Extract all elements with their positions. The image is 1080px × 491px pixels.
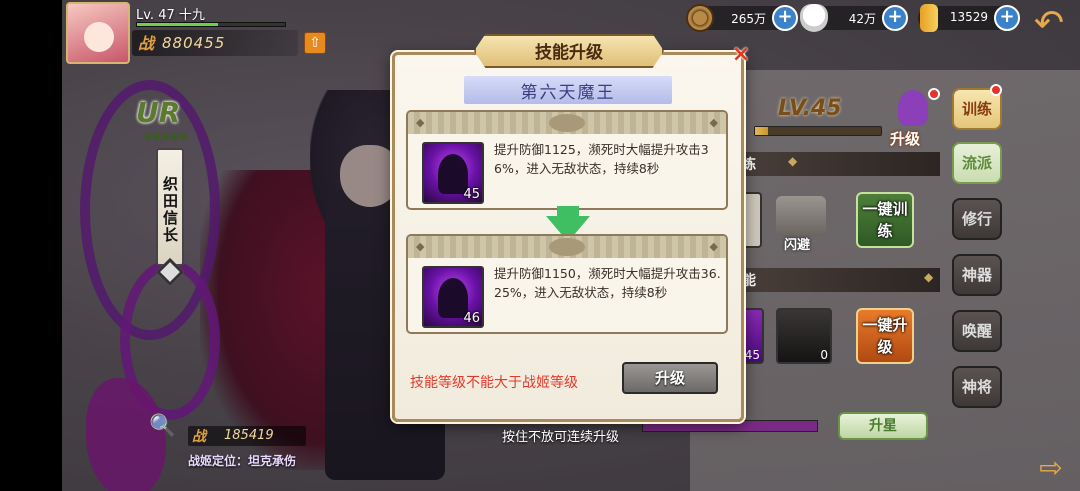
skill-name: 第六天魔王 xyxy=(520,83,616,103)
tab-awaken[interactable]: 唤醒 xyxy=(952,310,1002,352)
next-arrow-icon[interactable]: ⇨ xyxy=(1034,452,1068,484)
tab-practice[interactable]: 修行 xyxy=(952,198,1002,240)
skill-slot-b[interactable]: 0 xyxy=(776,308,832,364)
upgrade-button[interactable]: 升级 xyxy=(886,88,940,150)
player-power-value: 880455 xyxy=(162,34,226,52)
rarity-badge: UR ●●●●● xyxy=(136,96,202,142)
rice-ball-icon xyxy=(800,4,828,32)
upgrade-star-button[interactable]: 升星 xyxy=(838,412,928,440)
current-skill-level: 45 xyxy=(463,187,480,202)
upgrade-figure-icon xyxy=(898,90,928,126)
next-skill-card: ◆ ◆ 46 提升防御1150，濒死时大幅提升攻击36.25%，进入无敌状态，持… xyxy=(406,234,728,334)
current-skill-description: 提升防御1125，濒死时大幅提升攻击36%，进入无敌状态，持续8秒 xyxy=(494,142,709,176)
resource-rice: 42万 + xyxy=(800,4,908,32)
train-notification-dot xyxy=(990,84,1002,96)
screen-left-edge xyxy=(0,0,62,491)
coin-icon xyxy=(686,4,714,32)
diamond-icon: ◆ xyxy=(709,240,718,253)
diamond-icon: ◆ xyxy=(709,116,718,129)
close-icon[interactable]: × xyxy=(730,44,752,66)
power-up-arrow-icon[interactable]: ⇧ xyxy=(304,32,326,54)
dodge-label: 闪避 xyxy=(784,238,811,253)
next-skill-icon: 46 xyxy=(422,266,484,328)
upgrade-label: 升级 xyxy=(890,130,921,148)
player-avatar[interactable] xyxy=(66,2,130,64)
coin-value: 265万 xyxy=(731,12,766,26)
back-arrow-icon[interactable]: ↶ xyxy=(1024,4,1074,44)
dialog-title: 技能升级 xyxy=(535,43,603,63)
notification-dot xyxy=(928,88,940,100)
hero-power-value: 185419 xyxy=(224,428,274,443)
current-skill-card: ◆ ◆ 45 提升防御1125，濒死时大幅提升攻击36%，进入无敌状态，持续8秒 xyxy=(406,110,728,210)
resource-gold: 13529 + xyxy=(918,4,1020,32)
section-train-title: 练 xyxy=(742,157,756,173)
add-gold-button[interactable]: + xyxy=(994,5,1020,31)
next-skill-description: 提升防御1150，濒死时大幅提升攻击36.25%，进入无敌状态，持续8秒 xyxy=(494,266,721,300)
rarity-beads: ●●●●● xyxy=(144,132,189,142)
level-warning: 技能等级不能大于战姬等级 xyxy=(410,375,578,391)
gold-value: 13529 xyxy=(949,10,988,24)
skill-slot-b-level: 0 xyxy=(820,348,828,362)
hero-name: 织田信长 xyxy=(156,148,184,266)
current-skill-icon: 45 xyxy=(422,142,484,204)
add-coin-button[interactable]: + xyxy=(772,5,798,31)
card-header: ◆ ◆ xyxy=(408,112,726,134)
section-skill-title: 能 xyxy=(742,273,756,289)
hero-role: 战姬定位：坦克承伤 xyxy=(188,454,297,468)
upgrade-skill-button[interactable]: 升级 xyxy=(622,362,718,394)
next-skill-level: 46 xyxy=(463,311,480,326)
rarity-label: UR xyxy=(136,96,181,129)
train-section-header: 练 ◆ xyxy=(736,152,940,176)
skill-section-header: 能 ◆ xyxy=(736,268,940,292)
hold-hint: 按住不放可连续升级 xyxy=(502,430,620,445)
tab-school[interactable]: 流派 xyxy=(952,142,1002,184)
diamond-icon: ◆ xyxy=(416,240,425,253)
gold-bar-icon xyxy=(920,4,938,32)
rice-value: 42万 xyxy=(848,12,876,26)
zoom-search-icon[interactable]: 🔍 xyxy=(146,410,180,444)
power-icon: 战 xyxy=(138,34,155,53)
hero-power-box: 战 185419 xyxy=(188,426,306,446)
diamond-icon: ◆ xyxy=(416,116,425,129)
tab-artifact[interactable]: 神器 xyxy=(952,254,1002,296)
skill-slot-a-level: 45 xyxy=(744,348,760,362)
hero-level-bar xyxy=(754,126,882,136)
tab-general[interactable]: 神将 xyxy=(952,366,1002,408)
player-info-panel[interactable]: Lv. 47 十九 战 880455 ⇧ xyxy=(62,0,332,66)
card-header: ◆ ◆ xyxy=(408,236,726,258)
diamond-icon: ◆ xyxy=(924,270,934,284)
one-key-train-button[interactable]: 一键训练 xyxy=(856,192,914,248)
one-key-upgrade-button[interactable]: 一键升级 xyxy=(856,308,914,364)
dodge-skill-button[interactable]: 闪避 xyxy=(770,194,834,253)
hero-level: LV.45 xyxy=(778,96,842,121)
hero-power-icon: 战 xyxy=(192,429,206,445)
player-exp-bar xyxy=(136,22,286,27)
diamond-icon: ◆ xyxy=(788,154,798,168)
player-level: Lv. 47 十九 xyxy=(136,8,205,23)
add-rice-button[interactable]: + xyxy=(882,5,908,31)
resource-coin: 265万 + xyxy=(686,4,798,32)
